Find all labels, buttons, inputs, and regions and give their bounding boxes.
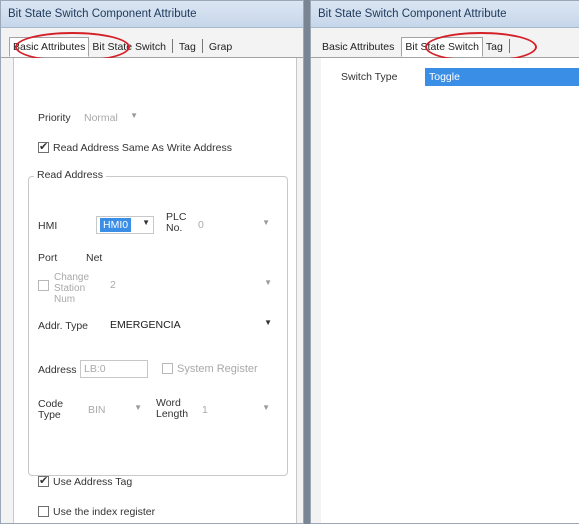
checkbox-checked-icon[interactable] [38,140,49,153]
right-window-title: Bit State Switch Component Attribute [311,1,579,28]
tab-tag[interactable]: Tag [176,38,199,56]
use-address-tag-checkbox[interactable]: Use Address Tag [38,474,133,488]
read-address-group-title: Read Address [34,169,106,181]
addr-type-value: EMERGENCIA [110,319,181,331]
code-type-dropdown[interactable]: BIN ▼ [84,401,146,419]
word-length-label: Word Length [156,397,189,420]
tab-separator [171,39,173,53]
tab-separator [201,39,203,53]
chevron-down-icon: ▼ [262,218,270,227]
chevron-down-icon: ▼ [262,403,270,412]
chevron-down-icon: ▼ [264,278,272,287]
address-input[interactable]: LB:0 [80,360,148,378]
plc-no-dropdown[interactable]: 0 ▼ [194,216,274,234]
address-label: Address [38,364,77,376]
hmi-label: HMI [38,220,58,232]
word-length-dropdown[interactable]: 1 ▼ [198,401,274,419]
address-value: LB:0 [84,363,106,375]
use-index-register-label: Use the index register [53,506,156,518]
chevron-down-icon: ▼ [142,218,150,227]
tab-basic-attributes[interactable]: Basic Attributes [9,37,90,57]
switch-type-label: Switch Type [341,71,398,83]
code-type-label: Code Type [38,398,64,421]
use-address-tag-label: Use Address Tag [53,476,133,488]
switch-type-value: Toggle [429,71,460,83]
right-tab-strip: Basic Attributes Bit State Switch Tag [311,28,579,58]
bit-state-switch-panel: Switch Type Toggle [321,58,579,523]
port-label: Port [38,252,58,264]
addr-type-dropdown[interactable]: EMERGENCIA ▼ [106,316,276,334]
chevron-down-icon: ▼ [264,318,272,327]
hmi-value: HMI0 [100,218,132,232]
read-same-as-write-checkbox[interactable]: Read Address Same As Write Address [38,140,232,154]
port-value: Net [86,252,103,264]
change-station-checkbox[interactable] [38,280,53,292]
priority-dropdown[interactable]: Normal ▼ [80,109,142,127]
checkbox-unchecked-icon[interactable] [162,363,173,374]
priority-value: Normal [84,112,118,124]
word-length-value: 1 [202,404,208,416]
tab-bit-state-switch[interactable]: Bit State Switch [89,38,169,56]
tab-separator [508,39,510,53]
read-same-label: Read Address Same As Write Address [53,142,232,154]
tab-basic-attributes[interactable]: Basic Attributes [319,38,397,56]
station-num-value: 2 [110,279,116,291]
checkbox-unchecked-icon[interactable] [38,506,49,517]
plc-no-label: PLC No. [166,211,187,234]
hmi-dropdown[interactable]: HMI0 ▼ [96,216,154,234]
tab-graphics[interactable]: Grap [206,38,235,56]
change-station-label: Change Station Num [54,272,90,305]
checkbox-checked-icon[interactable] [38,474,49,487]
system-register-label: System Register [177,363,258,375]
checkbox-unchecked-icon[interactable] [38,280,49,291]
left-tab-strip: Basic Attributes Bit State Switch Tag Grap [1,28,303,58]
system-register-checkbox[interactable]: System Register [162,363,258,375]
station-num-dropdown[interactable]: 2 ▼ [106,276,276,294]
chevron-down-icon: ▼ [130,111,138,120]
left-attribute-window: Bit State Switch Component Attribute Bas… [0,0,304,524]
tab-bit-state-switch[interactable]: Bit State Switch [401,37,483,57]
chevron-down-icon: ▼ [134,403,142,412]
tab-tag[interactable]: Tag [483,38,506,56]
right-attribute-window: Bit State Switch Component Attribute Bas… [310,0,579,524]
plc-no-value: 0 [198,219,204,231]
switch-type-dropdown[interactable]: Toggle [425,68,579,86]
basic-attributes-panel: Priority Normal ▼ Read Address Same As W… [13,58,297,523]
priority-label: Priority [38,112,71,124]
addr-type-label: Addr. Type [38,320,89,332]
use-index-register-checkbox[interactable]: Use the index register [38,506,155,518]
left-window-title: Bit State Switch Component Attribute [1,1,303,28]
code-type-value: BIN [88,404,106,416]
